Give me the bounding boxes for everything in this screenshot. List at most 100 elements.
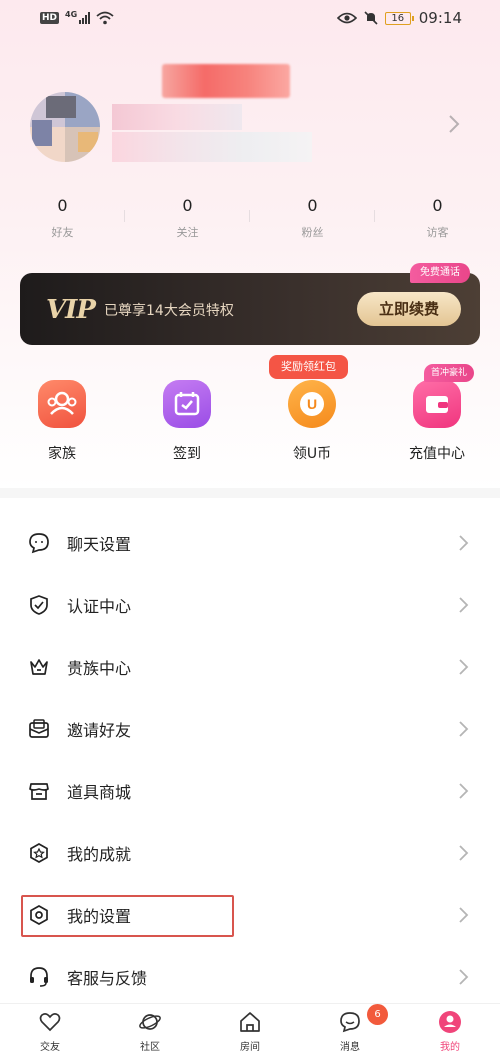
chevron-right-icon [459, 597, 469, 613]
heart-icon [39, 1013, 61, 1032]
unread-count-badge: 6 [367, 1004, 388, 1025]
menu-item-prop-store[interactable]: 道具商城 [0, 760, 500, 822]
stat-visitors[interactable]: 0 访客 [375, 196, 500, 246]
status-right: 16 09:14 [336, 9, 462, 27]
menu-item-support-feedback[interactable]: 客服与反馈 [0, 946, 500, 1008]
chevron-right-icon [459, 721, 469, 737]
achievement-hexagon-icon [30, 843, 48, 863]
stat-following[interactable]: 0 关注 [125, 196, 250, 246]
mute-bell-icon [364, 11, 378, 25]
chevron-right-icon [459, 907, 469, 923]
home-icon [240, 1012, 260, 1032]
stat-value: 0 [432, 196, 443, 215]
menu-item-certification[interactable]: 认证中心 [0, 574, 500, 636]
menu-item-nobility[interactable]: 贵族中心 [0, 636, 500, 698]
shortcut-ucoin[interactable]: U 领U币 [262, 380, 362, 463]
free-call-badge: 免费通话 [410, 263, 470, 283]
stat-value: 0 [57, 196, 68, 215]
nav-tab-me[interactable]: 我的 [400, 1004, 500, 1063]
section-divider [0, 488, 500, 498]
first-charge-badge: 首冲豪礼 [424, 364, 475, 382]
vip-logo: VIP [46, 295, 96, 325]
status-left: HD 4G [40, 9, 114, 25]
stat-label: 关注 [176, 226, 199, 239]
nav-tab-rooms[interactable]: 房间 [200, 1004, 300, 1063]
nav-label: 消息 [340, 1042, 360, 1053]
hd-badge: HD [40, 12, 60, 24]
stat-fans[interactable]: 0 粉丝 [250, 196, 375, 246]
chevron-right-icon [459, 659, 469, 675]
eye-icon [336, 12, 357, 24]
stats-row: 0 好友 0 关注 0 粉丝 0 访客 [0, 196, 500, 246]
profile-id-blurred [112, 132, 312, 162]
nav-tab-community[interactable]: 社区 [100, 1004, 200, 1063]
nav-tab-dating[interactable]: 交友 [0, 1004, 100, 1063]
battery-level: 16 [391, 12, 405, 24]
nav-label: 交友 [40, 1042, 60, 1053]
menu-label: 我的设置 [67, 907, 132, 926]
settings-hexagon-icon [30, 905, 48, 925]
ucoin-symbol: U [307, 396, 317, 412]
profile-arrow-icon[interactable] [446, 112, 462, 136]
menu-label: 道具商城 [67, 783, 132, 802]
shortcut-checkin[interactable]: 签到 [137, 380, 237, 463]
username-blurred [162, 64, 290, 98]
nav-label: 我的 [440, 1042, 460, 1053]
envelope-icon [29, 719, 49, 738]
vip-card[interactable]: VIP 已尊享14大会员特权 立即续费 [20, 273, 480, 345]
stat-label: 好友 [51, 226, 74, 239]
chevron-right-icon [459, 783, 469, 799]
clock: 09:14 [418, 9, 462, 27]
network-type: 4G [65, 9, 78, 19]
stat-value: 0 [307, 196, 318, 215]
stat-friends[interactable]: 0 好友 [0, 196, 125, 246]
shortcut-label: 家族 [48, 446, 76, 462]
menu-label: 我的成就 [67, 845, 132, 864]
chevron-right-icon [459, 845, 469, 861]
chat-bubble-icon [29, 533, 49, 554]
menu-label: 聊天设置 [67, 535, 132, 554]
menu-item-my-settings[interactable]: 我的设置 [0, 884, 500, 946]
profile-info-blurred [112, 104, 242, 130]
stat-value: 0 [182, 196, 193, 215]
stat-label: 访客 [426, 226, 449, 239]
menu-item-chat-settings[interactable]: 聊天设置 [0, 512, 500, 574]
store-icon [29, 783, 49, 800]
nav-label: 社区 [140, 1042, 160, 1053]
menu-label: 贵族中心 [67, 659, 132, 678]
stat-label: 粉丝 [301, 226, 324, 239]
menu-label: 客服与反馈 [67, 969, 148, 988]
shortcut-recharge[interactable]: 充值中心 [387, 380, 487, 463]
signal-icon [79, 12, 91, 24]
ucoin-icon: U [288, 380, 336, 428]
headset-icon [30, 967, 48, 987]
shortcut-label: 签到 [173, 446, 201, 462]
message-icon [340, 1012, 360, 1033]
planet-icon [139, 1014, 161, 1030]
calendar-check-icon [163, 380, 211, 428]
menu-label: 邀请好友 [67, 721, 132, 740]
menu-label: 认证中心 [67, 597, 132, 616]
shortcut-family[interactable]: 家族 [12, 380, 112, 463]
shield-check-icon [30, 595, 48, 615]
renew-button[interactable]: 立即续费 [357, 292, 461, 326]
status-bar: HD 4G 16 09:14 [0, 0, 500, 36]
nav-label: 房间 [240, 1042, 260, 1053]
wallet-icon [413, 380, 461, 428]
shortcut-label: 领U币 [292, 446, 332, 462]
family-icon [38, 380, 86, 428]
menu-item-invite[interactable]: 邀请好友 [0, 698, 500, 760]
battery-icon: 16 [384, 11, 414, 25]
shortcut-label: 充值中心 [409, 446, 465, 462]
avatar[interactable] [30, 92, 100, 162]
wifi-icon [96, 11, 114, 25]
chevron-right-icon [459, 535, 469, 551]
bottom-nav: 交友 社区 房间 消息 我的 [0, 1003, 500, 1063]
settings-menu: 聊天设置 认证中心 贵族中心 邀请好友 道具商城 我的成就 我的设置 客服与反馈 [0, 512, 500, 1008]
red-packet-badge: 奖励领红包 [269, 355, 348, 379]
chevron-right-icon [459, 969, 469, 985]
vip-privilege-text: 已尊享14大会员特权 [104, 303, 234, 319]
menu-item-achievements[interactable]: 我的成就 [0, 822, 500, 884]
profile-icon [439, 1011, 461, 1033]
crown-icon [30, 659, 48, 675]
